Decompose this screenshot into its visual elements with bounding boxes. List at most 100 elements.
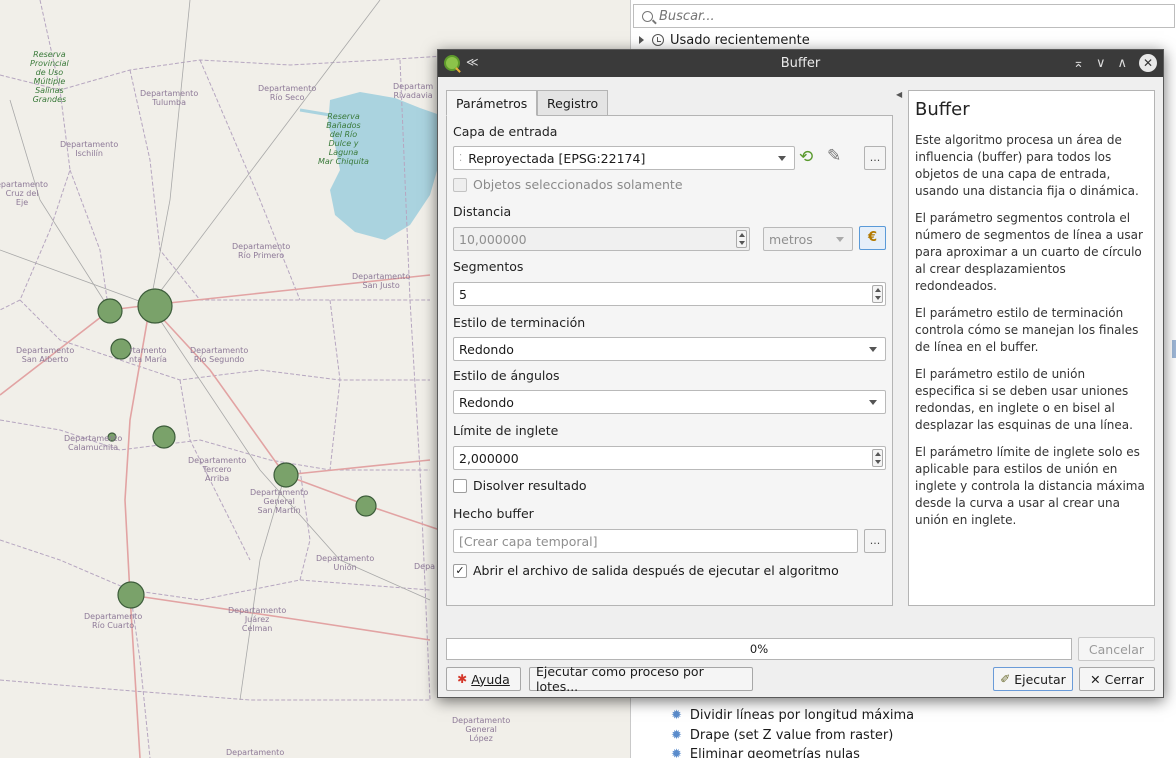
toolbox-item[interactable]: ✹ Drape (set Z value from raster) xyxy=(671,726,893,744)
open-output-checkbox[interactable]: ✓ xyxy=(453,564,467,578)
progress-bar: 0% xyxy=(446,638,1072,660)
help-paragraph: El parámetro segmentos controla el númer… xyxy=(915,211,1143,293)
map-label: Departamento Río Segundo xyxy=(190,346,249,364)
tab-parameters[interactable]: Parámetros xyxy=(446,90,538,116)
close-button[interactable]: ✕ Cerrar xyxy=(1079,667,1155,691)
buffer-circle xyxy=(273,462,299,488)
buffer-circle xyxy=(117,581,145,609)
map-label: Departamento Tulumba xyxy=(140,89,199,107)
help-paragraph: El parámetro límite de inglete solo es a… xyxy=(915,445,1145,527)
end-cap-value: Redondo xyxy=(459,341,514,357)
join-style-value: Redondo xyxy=(459,394,514,410)
gear-icon: ✹ xyxy=(671,707,682,723)
distance-label: Distancia xyxy=(453,204,512,219)
batch-process-button[interactable]: Ejecutar como proceso por lotes... xyxy=(529,664,753,694)
open-output-label: Abrir el archivo de salida después de ej… xyxy=(473,563,839,578)
buffer-circle xyxy=(355,495,377,517)
distance-field[interactable]: 10,000000 xyxy=(453,227,750,251)
collapse-arrow-icon[interactable]: ◀ xyxy=(896,90,902,99)
selected-only-checkbox[interactable] xyxy=(453,178,467,192)
map-label: Departamento Río Primero xyxy=(232,242,291,260)
map-label: Departamento General López xyxy=(452,716,511,743)
input-layer-label: Capa de entrada xyxy=(453,124,558,139)
close-button-label: Cerrar xyxy=(1104,671,1144,687)
buffer-circle xyxy=(152,425,176,449)
distance-value: 10,000000 xyxy=(459,231,527,247)
toolbox-recent-group[interactable]: Usado recientemente xyxy=(639,31,810,49)
parameters-body: Capa de entrada ⁚ Reproyectada [EPSG:221… xyxy=(446,115,893,606)
tab-log[interactable]: Registro xyxy=(537,90,609,116)
chevron-down-icon xyxy=(869,347,877,352)
selected-only-label: Objetos seleccionados solamente xyxy=(473,177,683,192)
output-label: Hecho buffer xyxy=(453,506,534,521)
map-label: Departamento Unión xyxy=(316,554,375,572)
dissolve-label: Disolver resultado xyxy=(473,478,587,493)
spinner[interactable] xyxy=(736,230,747,248)
toolbox-search-input[interactable] xyxy=(659,8,1139,24)
map-label: Depa xyxy=(414,562,436,571)
toolbox-item-label: Dividir líneas por longitud máxima xyxy=(689,707,915,723)
spinner[interactable] xyxy=(872,449,883,467)
help-paragraph: El parámetro estilo de terminación contr… xyxy=(915,306,1139,354)
input-layer-combo[interactable]: ⁚ Reproyectada [EPSG:22174] xyxy=(453,146,795,170)
toolbox-item-label: Eliminar geometrías nulas xyxy=(689,746,860,758)
spinner[interactable] xyxy=(872,285,883,303)
miter-limit-value: 2,000000 xyxy=(459,450,519,466)
run-button[interactable]: ✐ Ejecutar xyxy=(993,667,1073,691)
wrench-icon[interactable]: ✎ xyxy=(827,146,841,166)
segments-label: Segmentos xyxy=(453,259,524,274)
dialog-title: Buffer xyxy=(780,56,821,71)
help-pane: Buffer Este algoritmo procesa un área de… xyxy=(908,90,1155,606)
clock-icon xyxy=(652,34,664,46)
distance-unit-combo[interactable]: metros xyxy=(763,227,853,251)
map-label: Departam Rivadavia xyxy=(393,82,434,100)
toolbox-search[interactable] xyxy=(633,4,1175,28)
toolbox-item-label: Drape (set Z value from raster) xyxy=(689,727,894,743)
help-button[interactable]: ✱ Ayuda xyxy=(446,667,521,691)
shade-icon[interactable]: ⌅ xyxy=(1073,56,1084,71)
buffer-circle xyxy=(137,288,173,324)
miter-limit-field[interactable]: 2,000000 xyxy=(453,446,886,470)
point-layer-icon: ⁚ xyxy=(459,152,463,164)
help-paragraph: El parámetro estilo de unión especifica … xyxy=(915,367,1133,432)
close-icon[interactable]: ✕ xyxy=(1139,54,1157,72)
gear-icon: ✹ xyxy=(671,746,682,758)
selection-highlight xyxy=(1172,340,1176,358)
join-style-combo[interactable]: Redondo xyxy=(453,390,886,414)
map-label: Reserva Provincial de Uso Múltiple Salinas Gr… xyxy=(30,50,69,104)
help-button-label: Ayuda xyxy=(471,671,510,687)
expand-arrow-icon xyxy=(639,36,644,44)
segments-field[interactable]: 5 xyxy=(453,282,886,306)
output-more-button[interactable]: ... xyxy=(864,529,886,553)
run-button-label: Ejecutar xyxy=(1014,671,1066,687)
help-title: Buffer xyxy=(915,99,970,120)
map-label: Departamento San Alberto xyxy=(16,346,75,364)
close-x-icon: ✕ xyxy=(1090,671,1101,687)
map-label: Departamento General San Martín xyxy=(250,488,309,515)
map-label: Departamento Río Cuarto xyxy=(84,612,143,630)
dialog-titlebar[interactable]: ≪ Buffer ⌅ ∨ ∧ ✕ xyxy=(438,50,1163,77)
map-label: Departamento Calamuchita xyxy=(64,434,123,452)
segments-value: 5 xyxy=(459,286,467,302)
toolbox-item[interactable]: ✹ Dividir líneas por longitud máxima xyxy=(671,706,914,724)
parameters-pane: Parámetros Registro Capa de entrada ⁚ Re… xyxy=(446,90,893,606)
map-label: rtamento nta María xyxy=(129,346,167,364)
maximize-icon[interactable]: ∧ xyxy=(1117,56,1127,71)
iterate-icon[interactable]: ⟲ xyxy=(799,147,813,167)
dissolve-checkbox[interactable] xyxy=(453,479,467,493)
gear-icon: ✹ xyxy=(671,727,682,743)
map-label: Departamento San Justo xyxy=(352,272,411,290)
output-field[interactable]: [Crear capa temporal] xyxy=(453,529,858,553)
map-label: Reserva Bañados del Río Dulce y Laguna Mar Ch… xyxy=(318,112,369,166)
minimize-icon[interactable]: ∨ xyxy=(1096,56,1106,71)
toolbox-item[interactable]: ✹ Eliminar geometrías nulas xyxy=(671,745,860,758)
end-cap-combo[interactable]: Redondo xyxy=(453,337,886,361)
data-defined-override-icon[interactable]: € xyxy=(859,226,886,250)
cancel-button[interactable]: Cancelar xyxy=(1078,637,1155,661)
input-layer-value: Reproyectada [EPSG:22174] xyxy=(468,150,646,166)
chevron-down-icon xyxy=(836,237,844,242)
chevron-down-icon xyxy=(778,156,786,161)
distance-unit-value: metros xyxy=(769,231,813,247)
input-layer-more-button[interactable]: ... xyxy=(864,146,886,170)
help-paragraph: Este algoritmo procesa un área de influe… xyxy=(915,133,1139,198)
